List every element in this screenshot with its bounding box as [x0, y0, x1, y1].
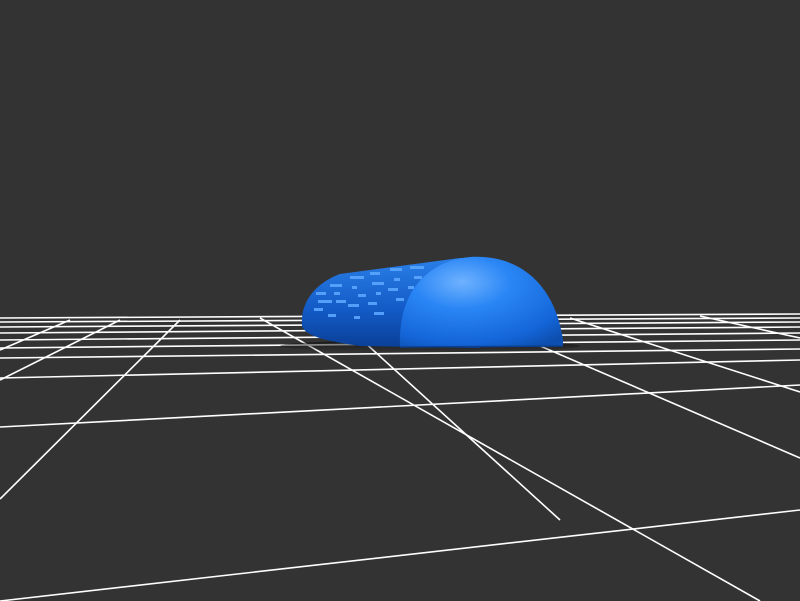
3d-viewport[interactable]	[0, 0, 800, 601]
braille-model[interactable]	[280, 256, 580, 352]
ground-grid	[0, 313, 800, 601]
scene-canvas[interactable]	[0, 0, 800, 601]
